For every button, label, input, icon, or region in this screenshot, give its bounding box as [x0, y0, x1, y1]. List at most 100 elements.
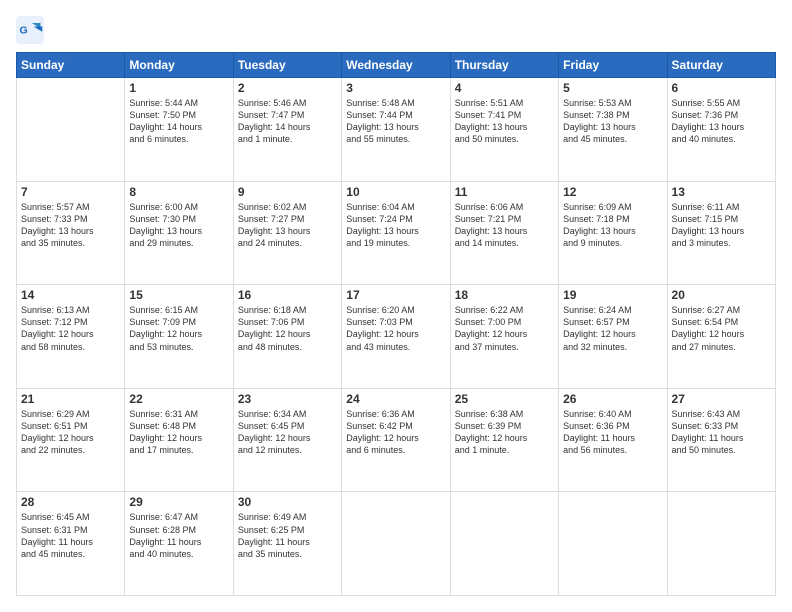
header: G — [16, 16, 776, 44]
day-cell: 6 Sunrise: 5:55 AM Sunset: 7:36 PM Daylig… — [667, 78, 775, 182]
week-row-4: 21 Sunrise: 6:29 AM Sunset: 6:51 PM Dayli… — [17, 388, 776, 492]
day-number: 19 — [563, 288, 662, 302]
day-cell: 5 Sunrise: 5:53 AM Sunset: 7:38 PM Daylig… — [559, 78, 667, 182]
col-header-thursday: Thursday — [450, 53, 558, 78]
day-number: 16 — [238, 288, 337, 302]
day-number: 6 — [672, 81, 771, 95]
day-cell: 29 Sunrise: 6:47 AM Sunset: 6:28 PM Dayli… — [125, 492, 233, 596]
day-info: Sunrise: 6:11 AM Sunset: 7:15 PM Dayligh… — [672, 201, 771, 250]
day-info: Sunrise: 6:06 AM Sunset: 7:21 PM Dayligh… — [455, 201, 554, 250]
day-cell — [559, 492, 667, 596]
day-cell: 15 Sunrise: 6:15 AM Sunset: 7:09 PM Dayli… — [125, 285, 233, 389]
day-info: Sunrise: 6:38 AM Sunset: 6:39 PM Dayligh… — [455, 408, 554, 457]
logo: G — [16, 16, 46, 44]
day-info: Sunrise: 6:27 AM Sunset: 6:54 PM Dayligh… — [672, 304, 771, 353]
day-number: 3 — [346, 81, 445, 95]
day-info: Sunrise: 6:49 AM Sunset: 6:25 PM Dayligh… — [238, 511, 337, 560]
day-cell: 30Sunrise: 6:49 AM Sunset: 6:25 PM Dayli… — [233, 492, 341, 596]
col-header-sunday: Sunday — [17, 53, 125, 78]
day-cell: 10 Sunrise: 6:04 AM Sunset: 7:24 PM Dayli… — [342, 181, 450, 285]
day-info: Sunrise: 5:53 AM Sunset: 7:38 PM Dayligh… — [563, 97, 662, 146]
day-cell: 17 Sunrise: 6:20 AM Sunset: 7:03 PM Dayli… — [342, 285, 450, 389]
day-number: 15 — [129, 288, 228, 302]
day-number: 14 — [21, 288, 120, 302]
day-cell: 7 Sunrise: 5:57 AM Sunset: 7:33 PM Daylig… — [17, 181, 125, 285]
day-number: 10 — [346, 185, 445, 199]
day-info: Sunrise: 6:04 AM Sunset: 7:24 PM Dayligh… — [346, 201, 445, 250]
day-number: 12 — [563, 185, 662, 199]
day-info: Sunrise: 6:47 AM Sunset: 6:28 PM Dayligh… — [129, 511, 228, 560]
day-cell: 1Sunrise: 5:44 AM Sunset: 7:50 PM Daylig… — [125, 78, 233, 182]
day-cell: 11 Sunrise: 6:06 AM Sunset: 7:21 PM Dayli… — [450, 181, 558, 285]
day-info: Sunrise: 6:15 AM Sunset: 7:09 PM Dayligh… — [129, 304, 228, 353]
day-cell: 13 Sunrise: 6:11 AM Sunset: 7:15 PM Dayli… — [667, 181, 775, 285]
day-number: 9 — [238, 185, 337, 199]
day-number: 26 — [563, 392, 662, 406]
day-number: 29 — [129, 495, 228, 509]
day-number: 4 — [455, 81, 554, 95]
day-info: Sunrise: 6:02 AM Sunset: 7:27 PM Dayligh… — [238, 201, 337, 250]
day-info: Sunrise: 6:43 AM Sunset: 6:33 PM Dayligh… — [672, 408, 771, 457]
day-info: Sunrise: 6:22 AM Sunset: 7:00 PM Dayligh… — [455, 304, 554, 353]
calendar-table: SundayMondayTuesdayWednesdayThursdayFrid… — [16, 52, 776, 596]
day-cell: 25Sunrise: 6:38 AM Sunset: 6:39 PM Dayli… — [450, 388, 558, 492]
week-row-5: 28 Sunrise: 6:45 AM Sunset: 6:31 PM Dayli… — [17, 492, 776, 596]
day-info: Sunrise: 6:18 AM Sunset: 7:06 PM Dayligh… — [238, 304, 337, 353]
day-info: Sunrise: 6:31 AM Sunset: 6:48 PM Dayligh… — [129, 408, 228, 457]
day-info: Sunrise: 6:34 AM Sunset: 6:45 PM Dayligh… — [238, 408, 337, 457]
day-cell — [450, 492, 558, 596]
day-number: 27 — [672, 392, 771, 406]
day-info: Sunrise: 5:46 AM Sunset: 7:47 PM Dayligh… — [238, 97, 337, 146]
week-row-2: 7 Sunrise: 5:57 AM Sunset: 7:33 PM Daylig… — [17, 181, 776, 285]
logo-icon: G — [16, 16, 44, 44]
day-cell — [667, 492, 775, 596]
day-number: 22 — [129, 392, 228, 406]
day-info: Sunrise: 6:36 AM Sunset: 6:42 PM Dayligh… — [346, 408, 445, 457]
calendar-header-row: SundayMondayTuesdayWednesdayThursdayFrid… — [17, 53, 776, 78]
day-info: Sunrise: 6:24 AM Sunset: 6:57 PM Dayligh… — [563, 304, 662, 353]
week-row-1: 1Sunrise: 5:44 AM Sunset: 7:50 PM Daylig… — [17, 78, 776, 182]
day-cell: 20Sunrise: 6:27 AM Sunset: 6:54 PM Dayli… — [667, 285, 775, 389]
page: G SundayMondayTuesdayWednesdayThursdayFr… — [0, 0, 792, 612]
day-cell: 8Sunrise: 6:00 AM Sunset: 7:30 PM Daylig… — [125, 181, 233, 285]
day-cell: 27 Sunrise: 6:43 AM Sunset: 6:33 PM Dayli… — [667, 388, 775, 492]
col-header-monday: Monday — [125, 53, 233, 78]
day-number: 1 — [129, 81, 228, 95]
day-number: 11 — [455, 185, 554, 199]
col-header-tuesday: Tuesday — [233, 53, 341, 78]
day-info: Sunrise: 5:48 AM Sunset: 7:44 PM Dayligh… — [346, 97, 445, 146]
day-info: Sunrise: 6:20 AM Sunset: 7:03 PM Dayligh… — [346, 304, 445, 353]
day-cell: 9 Sunrise: 6:02 AM Sunset: 7:27 PM Daylig… — [233, 181, 341, 285]
day-info: Sunrise: 6:13 AM Sunset: 7:12 PM Dayligh… — [21, 304, 120, 353]
day-info: Sunrise: 6:40 AM Sunset: 6:36 PM Dayligh… — [563, 408, 662, 457]
svg-text:G: G — [20, 25, 28, 37]
day-number: 13 — [672, 185, 771, 199]
day-cell: 26 Sunrise: 6:40 AM Sunset: 6:36 PM Dayli… — [559, 388, 667, 492]
day-cell: 22 Sunrise: 6:31 AM Sunset: 6:48 PM Dayli… — [125, 388, 233, 492]
day-number: 28 — [21, 495, 120, 509]
col-header-saturday: Saturday — [667, 53, 775, 78]
day-cell: 4Sunrise: 5:51 AM Sunset: 7:41 PM Daylig… — [450, 78, 558, 182]
week-row-3: 14 Sunrise: 6:13 AM Sunset: 7:12 PM Dayli… — [17, 285, 776, 389]
day-number: 8 — [129, 185, 228, 199]
day-cell: 28 Sunrise: 6:45 AM Sunset: 6:31 PM Dayli… — [17, 492, 125, 596]
day-cell: 24Sunrise: 6:36 AM Sunset: 6:42 PM Dayli… — [342, 388, 450, 492]
day-cell: 3 Sunrise: 5:48 AM Sunset: 7:44 PM Daylig… — [342, 78, 450, 182]
day-info: Sunrise: 6:29 AM Sunset: 6:51 PM Dayligh… — [21, 408, 120, 457]
day-info: Sunrise: 5:57 AM Sunset: 7:33 PM Dayligh… — [21, 201, 120, 250]
day-number: 5 — [563, 81, 662, 95]
day-cell: 19 Sunrise: 6:24 AM Sunset: 6:57 PM Dayli… — [559, 285, 667, 389]
day-cell — [342, 492, 450, 596]
day-info: Sunrise: 6:09 AM Sunset: 7:18 PM Dayligh… — [563, 201, 662, 250]
day-number: 23 — [238, 392, 337, 406]
col-header-friday: Friday — [559, 53, 667, 78]
day-info: Sunrise: 5:55 AM Sunset: 7:36 PM Dayligh… — [672, 97, 771, 146]
col-header-wednesday: Wednesday — [342, 53, 450, 78]
day-number: 17 — [346, 288, 445, 302]
day-cell: 12 Sunrise: 6:09 AM Sunset: 7:18 PM Dayli… — [559, 181, 667, 285]
day-number: 18 — [455, 288, 554, 302]
day-cell: 14 Sunrise: 6:13 AM Sunset: 7:12 PM Dayli… — [17, 285, 125, 389]
day-number: 21 — [21, 392, 120, 406]
day-info: Sunrise: 6:45 AM Sunset: 6:31 PM Dayligh… — [21, 511, 120, 560]
day-number: 7 — [21, 185, 120, 199]
